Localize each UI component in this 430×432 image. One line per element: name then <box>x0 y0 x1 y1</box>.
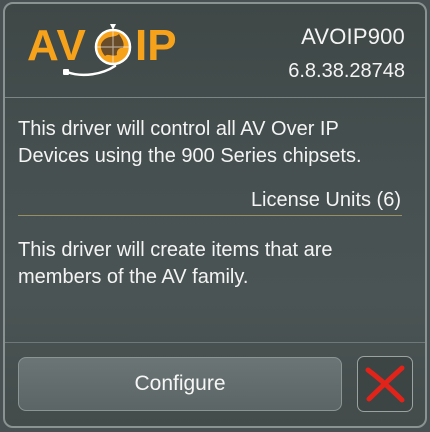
driver-version: 6.8.38.28748 <box>288 60 405 82</box>
footer-divider <box>5 342 425 343</box>
license-underline <box>18 215 402 216</box>
driver-description: This driver will control all AV Over IP … <box>18 118 362 167</box>
globe-icon <box>94 24 132 66</box>
header-divider <box>5 97 425 98</box>
avoip-logo: AV IP <box>27 21 177 77</box>
license-units: License Units (6) <box>250 189 401 211</box>
configure-button[interactable]: Configure <box>18 357 342 411</box>
logo-text-ip: IP <box>135 21 177 70</box>
logo-text-av: AV <box>27 21 87 70</box>
family-note: This driver will create items that are m… <box>18 239 333 288</box>
close-button[interactable] <box>357 356 413 412</box>
driver-name: AVOIP900 <box>301 24 405 49</box>
red-x-icon <box>365 365 405 403</box>
driver-info-panel: AV IP AVOIP900 6.8.38.28748 This driver … <box>3 2 427 428</box>
header: AV IP AVOIP900 6.8.38.28748 <box>5 4 425 97</box>
configure-button-label: Configure <box>134 372 226 395</box>
